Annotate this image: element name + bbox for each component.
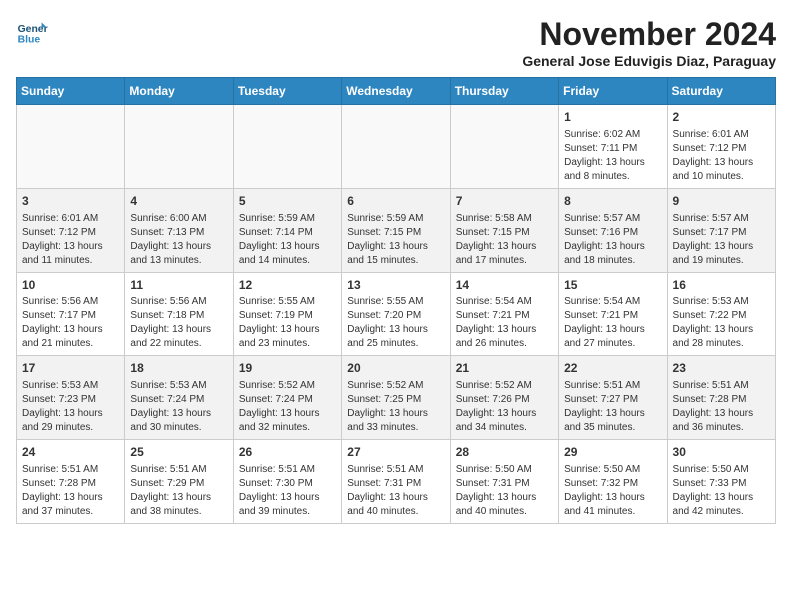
calendar-table: SundayMondayTuesdayWednesdayThursdayFrid…: [16, 77, 776, 524]
calendar-cell: 28Sunrise: 5:50 AMSunset: 7:31 PMDayligh…: [450, 440, 558, 524]
calendar-cell: 12Sunrise: 5:55 AMSunset: 7:19 PMDayligh…: [233, 272, 341, 356]
calendar-cell: 4Sunrise: 6:00 AMSunset: 7:13 PMDaylight…: [125, 188, 233, 272]
month-title: November 2024: [522, 16, 776, 53]
svg-text:Blue: Blue: [18, 34, 41, 45]
day-number: 1: [564, 109, 661, 126]
calendar-cell: 8Sunrise: 5:57 AMSunset: 7:16 PMDaylight…: [559, 188, 667, 272]
calendar-cell: 30Sunrise: 5:50 AMSunset: 7:33 PMDayligh…: [667, 440, 775, 524]
day-number: 20: [347, 360, 444, 377]
calendar-cell: [17, 105, 125, 189]
calendar-cell: 29Sunrise: 5:50 AMSunset: 7:32 PMDayligh…: [559, 440, 667, 524]
day-number: 8: [564, 193, 661, 210]
day-number: 6: [347, 193, 444, 210]
day-number: 18: [130, 360, 227, 377]
calendar-cell: 18Sunrise: 5:53 AMSunset: 7:24 PMDayligh…: [125, 356, 233, 440]
day-number: 3: [22, 193, 119, 210]
day-number: 7: [456, 193, 553, 210]
calendar-cell: 5Sunrise: 5:59 AMSunset: 7:14 PMDaylight…: [233, 188, 341, 272]
day-number: 17: [22, 360, 119, 377]
calendar-cell: 16Sunrise: 5:53 AMSunset: 7:22 PMDayligh…: [667, 272, 775, 356]
day-number: 4: [130, 193, 227, 210]
calendar-cell: [342, 105, 450, 189]
calendar-cell: 20Sunrise: 5:52 AMSunset: 7:25 PMDayligh…: [342, 356, 450, 440]
calendar-cell: 19Sunrise: 5:52 AMSunset: 7:24 PMDayligh…: [233, 356, 341, 440]
calendar-cell: 7Sunrise: 5:58 AMSunset: 7:15 PMDaylight…: [450, 188, 558, 272]
day-number: 28: [456, 444, 553, 461]
calendar-cell: [125, 105, 233, 189]
calendar-cell: 11Sunrise: 5:56 AMSunset: 7:18 PMDayligh…: [125, 272, 233, 356]
day-number: 29: [564, 444, 661, 461]
day-header-tuesday: Tuesday: [233, 78, 341, 105]
calendar-cell: 25Sunrise: 5:51 AMSunset: 7:29 PMDayligh…: [125, 440, 233, 524]
calendar-cell: 10Sunrise: 5:56 AMSunset: 7:17 PMDayligh…: [17, 272, 125, 356]
calendar-cell: 15Sunrise: 5:54 AMSunset: 7:21 PMDayligh…: [559, 272, 667, 356]
day-header-saturday: Saturday: [667, 78, 775, 105]
calendar-cell: 1Sunrise: 6:02 AMSunset: 7:11 PMDaylight…: [559, 105, 667, 189]
day-number: 26: [239, 444, 336, 461]
calendar-cell: 27Sunrise: 5:51 AMSunset: 7:31 PMDayligh…: [342, 440, 450, 524]
day-header-thursday: Thursday: [450, 78, 558, 105]
page-header: General Blue November 2024 General Jose …: [16, 16, 776, 69]
day-number: 2: [673, 109, 770, 126]
day-header-friday: Friday: [559, 78, 667, 105]
calendar-cell: 17Sunrise: 5:53 AMSunset: 7:23 PMDayligh…: [17, 356, 125, 440]
calendar-cell: 22Sunrise: 5:51 AMSunset: 7:27 PMDayligh…: [559, 356, 667, 440]
day-number: 19: [239, 360, 336, 377]
day-number: 9: [673, 193, 770, 210]
day-number: 27: [347, 444, 444, 461]
day-number: 16: [673, 277, 770, 294]
day-number: 22: [564, 360, 661, 377]
calendar-cell: 6Sunrise: 5:59 AMSunset: 7:15 PMDaylight…: [342, 188, 450, 272]
logo: General Blue: [16, 16, 48, 48]
day-header-wednesday: Wednesday: [342, 78, 450, 105]
title-block: November 2024 General Jose Eduvigis Diaz…: [522, 16, 776, 69]
day-number: 15: [564, 277, 661, 294]
day-number: 21: [456, 360, 553, 377]
day-number: 14: [456, 277, 553, 294]
logo-icon: General Blue: [16, 16, 48, 48]
day-number: 11: [130, 277, 227, 294]
calendar-cell: 23Sunrise: 5:51 AMSunset: 7:28 PMDayligh…: [667, 356, 775, 440]
day-header-sunday: Sunday: [17, 78, 125, 105]
calendar-cell: 2Sunrise: 6:01 AMSunset: 7:12 PMDaylight…: [667, 105, 775, 189]
day-number: 5: [239, 193, 336, 210]
calendar-cell: 21Sunrise: 5:52 AMSunset: 7:26 PMDayligh…: [450, 356, 558, 440]
day-number: 13: [347, 277, 444, 294]
calendar-cell: [450, 105, 558, 189]
day-header-monday: Monday: [125, 78, 233, 105]
day-number: 25: [130, 444, 227, 461]
calendar-cell: 9Sunrise: 5:57 AMSunset: 7:17 PMDaylight…: [667, 188, 775, 272]
day-number: 30: [673, 444, 770, 461]
calendar-cell: 13Sunrise: 5:55 AMSunset: 7:20 PMDayligh…: [342, 272, 450, 356]
calendar-cell: 3Sunrise: 6:01 AMSunset: 7:12 PMDaylight…: [17, 188, 125, 272]
calendar-cell: 26Sunrise: 5:51 AMSunset: 7:30 PMDayligh…: [233, 440, 341, 524]
day-number: 12: [239, 277, 336, 294]
calendar-cell: 14Sunrise: 5:54 AMSunset: 7:21 PMDayligh…: [450, 272, 558, 356]
calendar-cell: 24Sunrise: 5:51 AMSunset: 7:28 PMDayligh…: [17, 440, 125, 524]
day-number: 24: [22, 444, 119, 461]
location-subtitle: General Jose Eduvigis Diaz, Paraguay: [522, 53, 776, 69]
day-number: 23: [673, 360, 770, 377]
calendar-cell: [233, 105, 341, 189]
day-number: 10: [22, 277, 119, 294]
